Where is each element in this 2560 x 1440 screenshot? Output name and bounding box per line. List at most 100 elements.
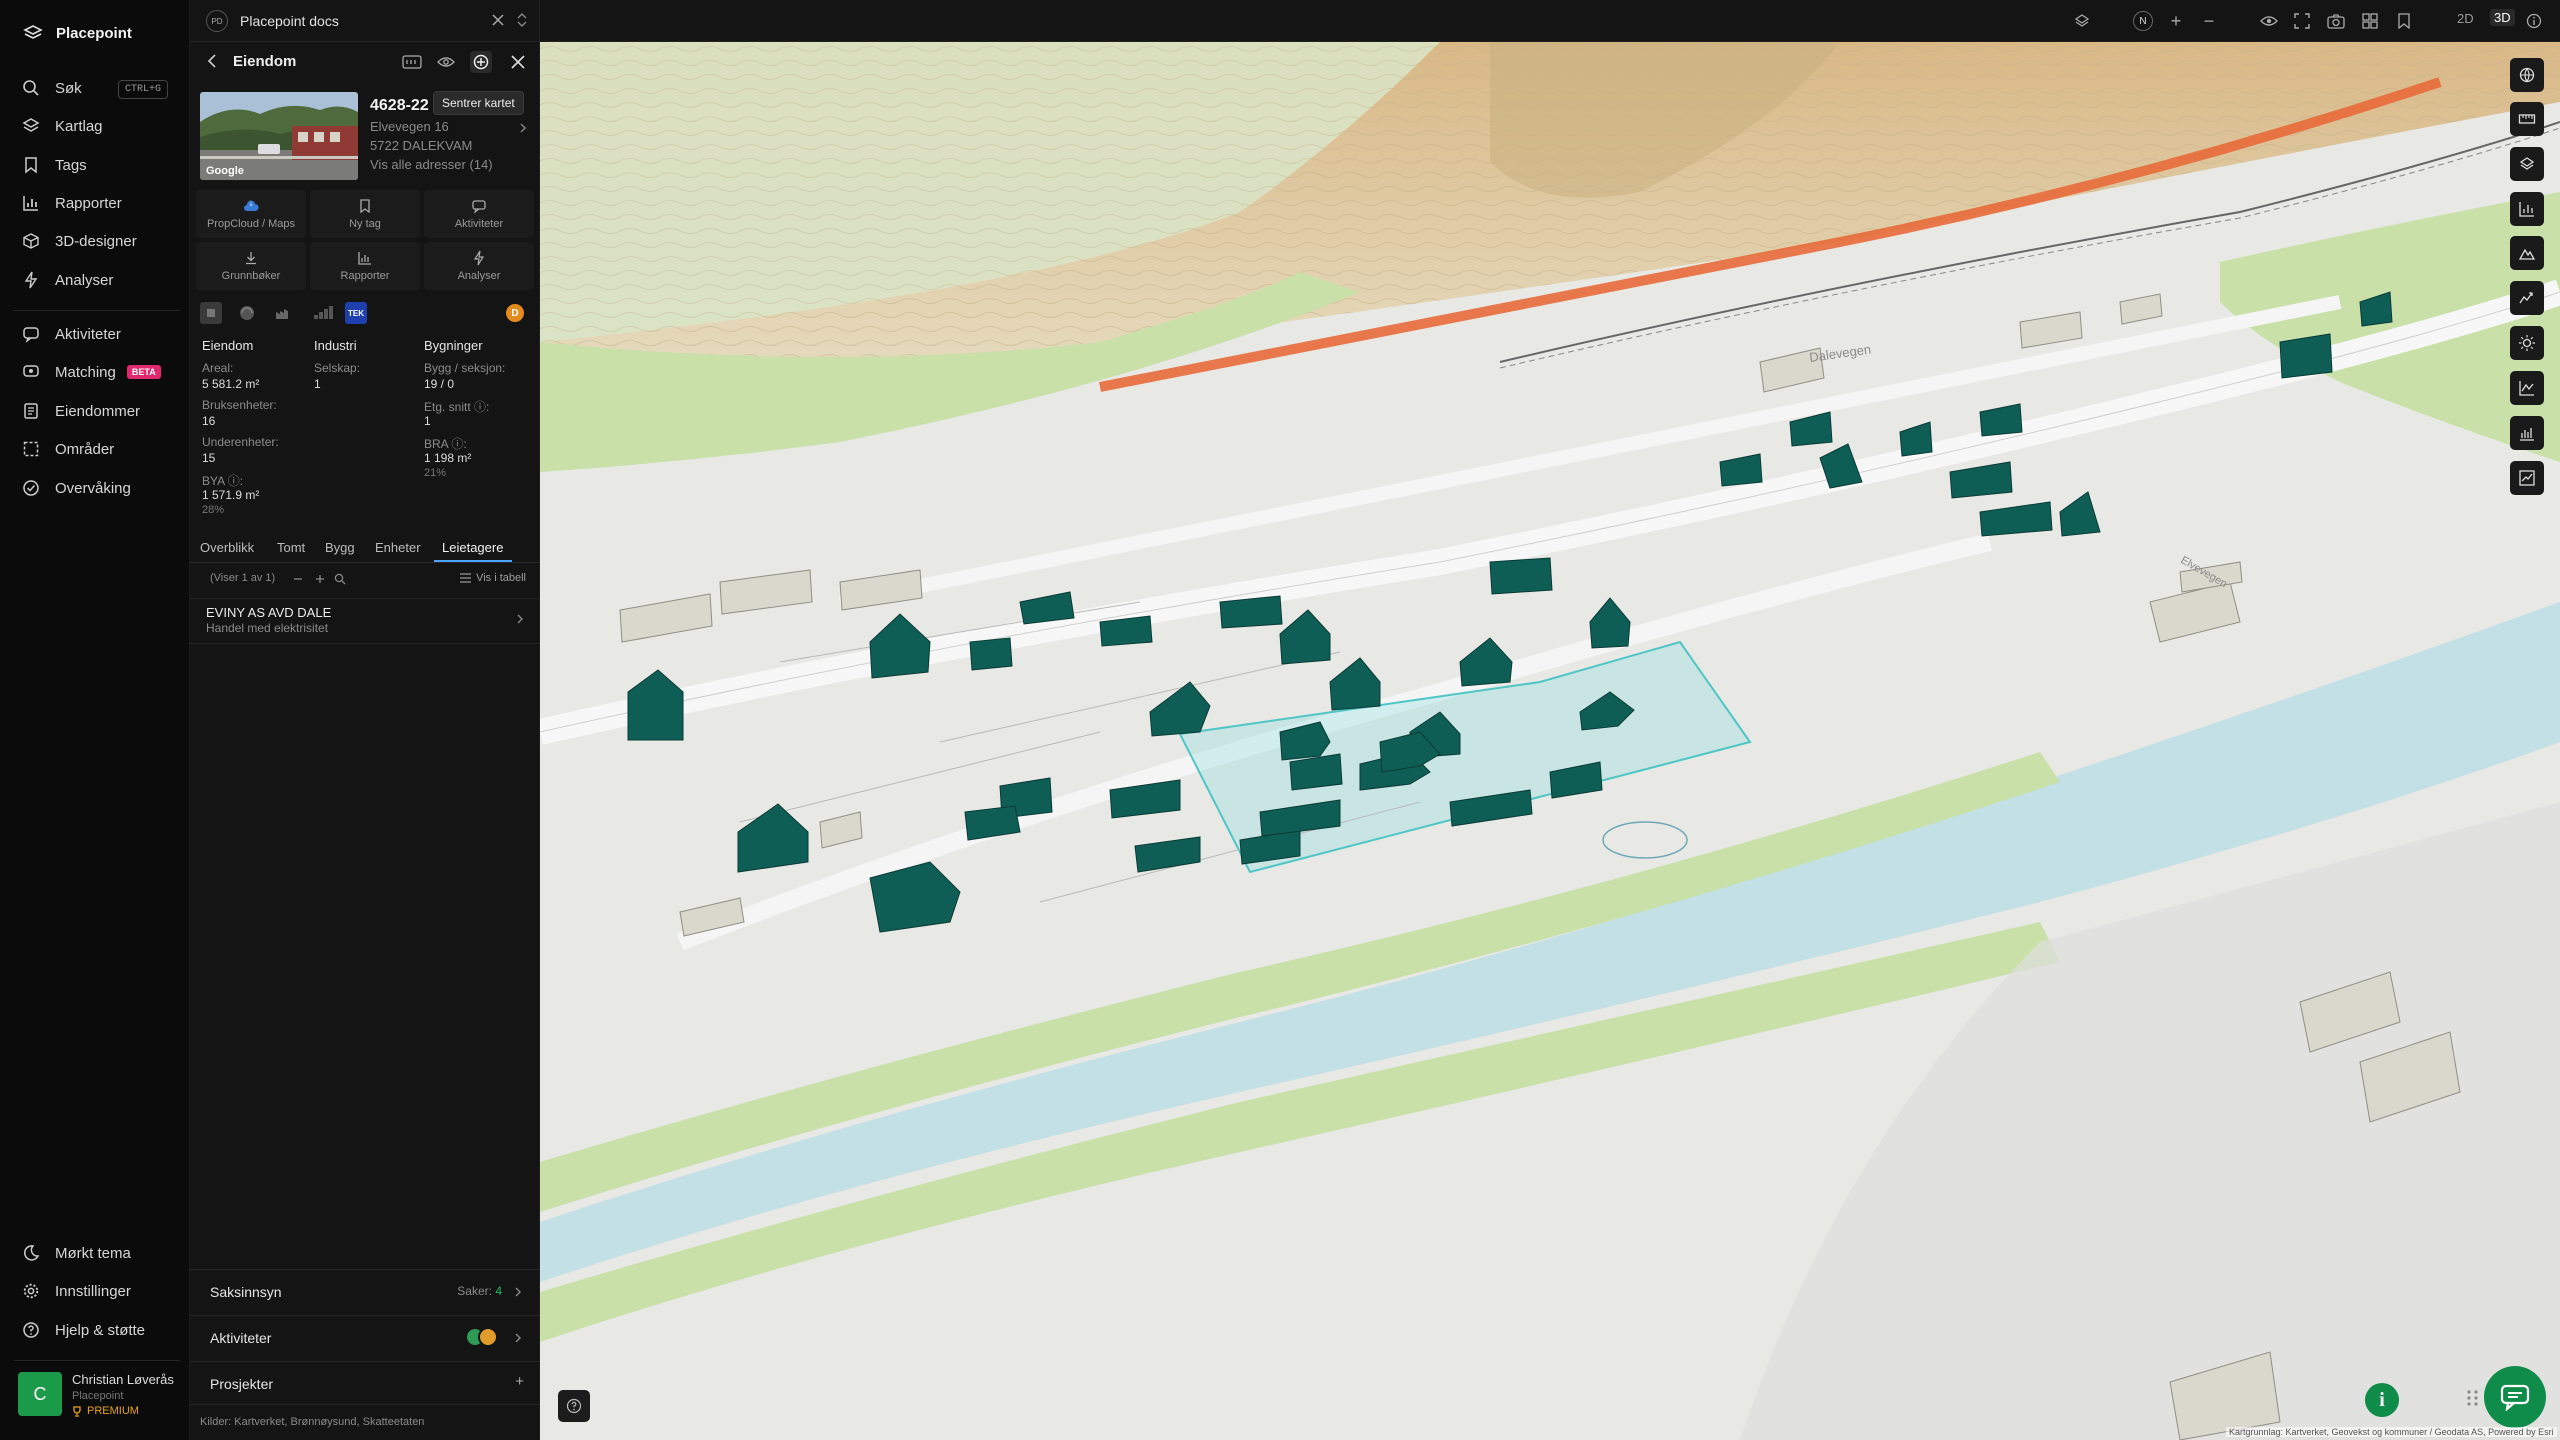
map-toolbar: N + − 2D 3D	[540, 0, 2560, 42]
add-project-button[interactable]: +	[515, 1373, 524, 1390]
tool-layers[interactable]	[2510, 147, 2544, 181]
3d-terrain-map[interactable]: Dalevegen Elvevegen	[540, 42, 2560, 1440]
nav-item-settings[interactable]: Innstillinger	[22, 1279, 172, 1303]
chevron-right-icon	[517, 614, 523, 624]
info-button[interactable]	[2524, 11, 2544, 31]
nav-item-3d-designer[interactable]: 3D-designer	[22, 229, 172, 253]
source-link[interactable]: Kartverket,	[234, 1416, 287, 1428]
source-globe-icon[interactable]	[236, 302, 258, 324]
nav-item-overvaking[interactable]: Overvåking	[22, 476, 172, 500]
show-in-table-label: Vis i tabell	[476, 572, 526, 584]
tool-measure[interactable]	[2510, 102, 2544, 136]
nav-item-kartlag[interactable]: Kartlag	[22, 114, 172, 138]
tool-analysis[interactable]	[2510, 461, 2544, 495]
visibility-button[interactable]	[435, 51, 457, 73]
minus-icon[interactable]	[292, 573, 304, 585]
bookmark-button[interactable]	[2394, 11, 2414, 31]
bygg-label: Bygg / seksjon:	[424, 361, 506, 375]
info-fab[interactable]: i	[2365, 1383, 2399, 1417]
drag-handle-icon[interactable]	[2466, 1388, 2480, 1408]
tool-globe[interactable]	[2510, 58, 2544, 92]
close-panel-button[interactable]	[507, 51, 529, 73]
source-kartverket-icon[interactable]	[200, 302, 222, 324]
section-label: Saksinnsyn	[210, 1284, 282, 1300]
propcloud-maps-button[interactable]: PropCloud / Maps	[196, 190, 306, 238]
tooltip: Sentrer kartet	[433, 91, 524, 115]
source-statistics-icon[interactable]	[312, 302, 334, 324]
source-link[interactable]: Skatteetaten	[363, 1416, 425, 1428]
layers-toggle-button[interactable]	[2072, 11, 2092, 31]
property-photo[interactable]: Google	[200, 92, 358, 180]
nav-item-analyser[interactable]: Analyser	[22, 268, 172, 292]
source-industry-icon[interactable]	[272, 302, 294, 324]
brand[interactable]: Placepoint	[22, 20, 132, 46]
fullscreen-button[interactable]	[2292, 11, 2312, 31]
back-icon[interactable]	[204, 52, 220, 70]
search-icon[interactable]	[334, 573, 346, 585]
camera-icon	[2327, 13, 2345, 29]
section-saksinnsyn[interactable]: Saksinnsyn Saker: 4	[190, 1269, 540, 1313]
grunnboker-button[interactable]: Grunnbøker	[196, 242, 306, 290]
map-canvas[interactable]: Dalevegen Elvevegen	[540, 42, 2560, 1440]
building-id-button[interactable]	[401, 51, 423, 73]
grid-button[interactable]	[2360, 11, 2380, 31]
activities-button[interactable]: Aktiviteter	[424, 190, 534, 238]
mode-3d-button[interactable]: 3D	[2490, 9, 2515, 26]
nav-item-dark-theme[interactable]: Mørkt tema	[22, 1241, 172, 1265]
tool-sun[interactable]	[2510, 326, 2544, 360]
tab-bygg[interactable]: Bygg	[325, 540, 355, 555]
reports-button[interactable]: Rapporter	[310, 242, 420, 290]
docs-title[interactable]: Placepoint docs	[240, 13, 339, 29]
main-navigation: Placepoint Søk CTRL+G Kartlag Tags Rappo…	[0, 0, 190, 1440]
all-addresses-link[interactable]: Vis alle adresser (14)	[370, 157, 493, 172]
layers-icon	[2519, 157, 2535, 170]
nav-item-omrader[interactable]: Områder	[22, 437, 172, 461]
gear-icon	[23, 1283, 39, 1299]
mode-2d-button[interactable]: 2D	[2457, 11, 2474, 26]
nav-item-matching[interactable]: Matching BETA	[22, 360, 172, 384]
zoom-out-button[interactable]: −	[2199, 11, 2219, 31]
map-help-button[interactable]	[558, 1390, 590, 1422]
nav-label: Overvåking	[55, 479, 131, 497]
nav-item-help[interactable]: Hjelp & støtte	[22, 1318, 172, 1342]
tool-statistics[interactable]	[2510, 416, 2544, 450]
info-icon: i	[2379, 1388, 2385, 1411]
chevron-right-icon[interactable]	[519, 122, 527, 134]
tool-elevation[interactable]	[2510, 281, 2544, 315]
nav-item-eiendommer[interactable]: Eiendommer	[22, 399, 172, 423]
action-label: Rapporter	[340, 270, 390, 282]
tool-chart[interactable]	[2510, 192, 2544, 226]
tab-tomt[interactable]: Tomt	[277, 540, 305, 555]
tab-leietagere[interactable]: Leietagere	[442, 540, 503, 555]
source-tek-icon[interactable]: TEK	[345, 302, 367, 324]
nav-item-rapporter[interactable]: Rapporter	[22, 191, 172, 215]
tab-enheter[interactable]: Enheter	[375, 540, 421, 555]
bygg-value: 19 / 0	[424, 377, 455, 391]
chevron-up-down-icon[interactable]	[515, 12, 529, 28]
screenshot-button[interactable]	[2326, 11, 2346, 31]
bolt-icon	[24, 271, 38, 289]
section-prosjekter[interactable]: Prosjekter +	[190, 1361, 540, 1405]
tab-overblikk[interactable]: Overblikk	[200, 540, 254, 555]
show-in-table-button[interactable]: Vis i tabell	[460, 572, 526, 584]
chat-button[interactable]	[2484, 1366, 2546, 1428]
new-tag-button[interactable]: Ny tag	[310, 190, 420, 238]
zoom-in-button[interactable]: +	[2166, 11, 2186, 31]
user-profile[interactable]: C Christian Løverås Placepoint PREMIUM	[18, 1372, 174, 1417]
source-link[interactable]: Brønnøysund,	[291, 1416, 360, 1428]
source-d-icon[interactable]: D	[506, 304, 524, 322]
globe-icon	[2519, 67, 2535, 83]
list-item[interactable]: EVINY AS AVD DALE Handel med elektrisite…	[190, 598, 540, 644]
section-aktiviteter[interactable]: Aktiviteter	[190, 1315, 540, 1359]
compass-button[interactable]: N	[2133, 11, 2153, 31]
close-icon[interactable]	[490, 12, 506, 28]
analyses-button[interactable]: Analyser	[424, 242, 534, 290]
eye-button[interactable]	[2259, 11, 2279, 31]
center-map-button[interactable]	[470, 51, 492, 73]
tool-terrain[interactable]	[2510, 236, 2544, 270]
tool-profile[interactable]	[2510, 371, 2544, 405]
nav-item-tags[interactable]: Tags	[22, 153, 172, 177]
nav-item-aktiviteter[interactable]: Aktiviteter	[22, 322, 172, 346]
plus-icon[interactable]	[314, 573, 326, 585]
photo-credit: Google	[206, 165, 244, 177]
